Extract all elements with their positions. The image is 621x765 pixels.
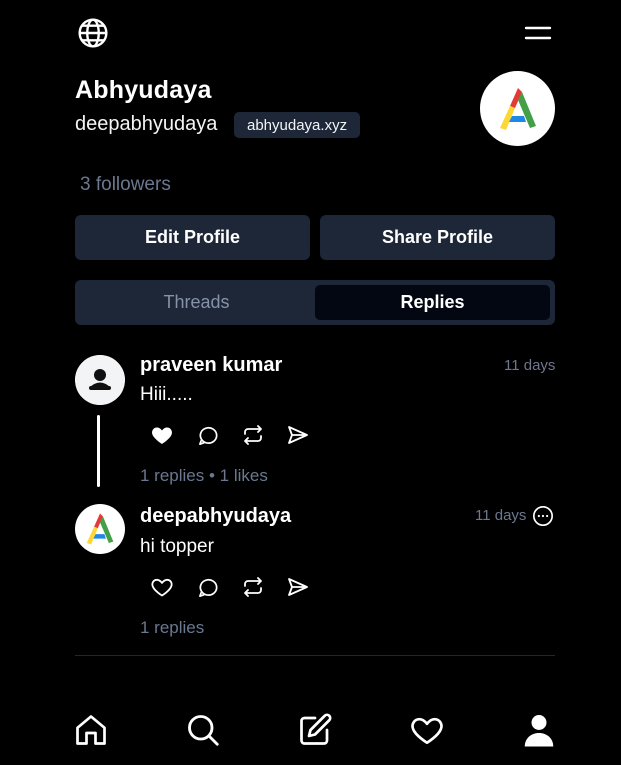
tab-threads-label: Threads [163,292,230,312]
followers-count[interactable]: 3 followers [80,174,171,196]
like-button[interactable] [148,573,176,601]
comment-icon [198,426,218,445]
post-author[interactable]: deepabhyudaya [140,505,291,528]
repost-icon [244,425,262,445]
heart-icon [411,717,443,745]
post-avatar[interactable] [75,355,125,405]
edit-profile-label: Edit Profile [144,227,240,247]
post-stats[interactable]: 1 replies • 1 likes [140,466,268,486]
send-icon [288,426,308,444]
domain-badge[interactable]: abhyudaya.xyz [234,112,361,138]
logo-icon [86,513,114,545]
comment-icon [198,578,218,597]
share-button[interactable] [284,573,312,601]
post-text: hi topper [140,536,214,557]
heart-filled-icon [152,427,172,444]
domain-badge-label: abhyudaya.xyz [247,116,348,134]
thread-line [97,415,100,487]
post-avatar[interactable] [75,504,125,554]
share-profile-button[interactable]: Share Profile [320,215,555,260]
edit-profile-button[interactable]: Edit Profile [75,215,310,260]
compose-icon [300,713,332,745]
user-silhouette-icon [75,355,125,405]
nav-compose[interactable] [296,711,334,749]
repost-button[interactable] [239,421,267,449]
post-time: 11 days [475,507,527,524]
nav-profile[interactable] [520,711,558,749]
more-options-button[interactable] [531,504,555,528]
post-time: 11 days [504,357,556,374]
post-author[interactable]: praveen kumar [140,354,282,377]
logo-icon [499,87,536,130]
heart-icon [151,578,173,597]
globe-icon[interactable] [75,15,111,51]
comment-button[interactable] [194,421,222,449]
search-icon [188,715,219,746]
like-button[interactable] [148,421,176,449]
profile-display-name: Abhyudaya [75,76,212,104]
repost-button[interactable] [239,573,267,601]
profile-tabs: Threads Replies [75,280,555,325]
send-icon [288,578,308,596]
more-icon [533,506,553,526]
share-button[interactable] [284,421,312,449]
divider [75,655,555,656]
repost-icon [244,577,262,597]
nav-home[interactable] [72,711,110,749]
post-stats[interactable]: 1 replies [140,618,204,638]
home-icon [76,715,106,745]
profile-username: deepabhyudaya [75,113,218,135]
nav-activity[interactable] [408,711,446,749]
comment-button[interactable] [194,573,222,601]
profile-avatar[interactable] [480,71,555,146]
tab-replies[interactable]: Replies [315,285,550,320]
profile-icon [524,715,554,747]
nav-search[interactable] [184,711,222,749]
menu-icon[interactable] [519,18,557,48]
tab-replies-label: Replies [400,292,465,312]
post-text: Hiii..... [140,384,193,405]
share-profile-label: Share Profile [381,227,494,247]
tab-threads[interactable]: Threads [79,285,314,320]
